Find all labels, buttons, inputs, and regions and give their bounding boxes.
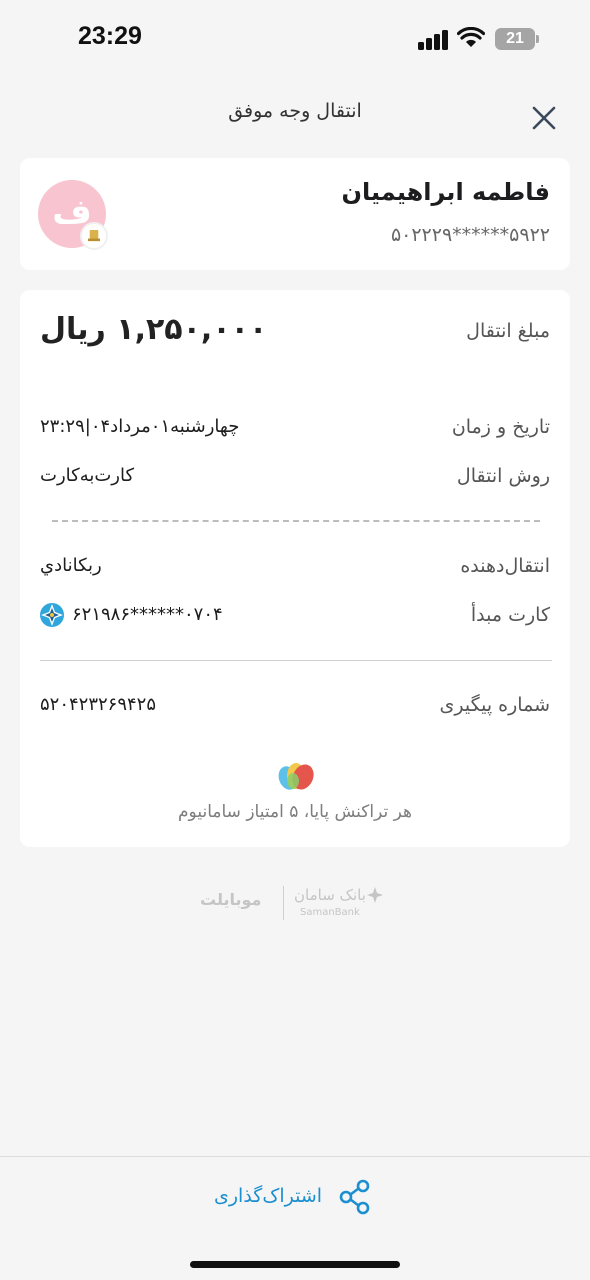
- share-button[interactable]: اشتراک‌گذاری: [214, 1175, 376, 1221]
- wifi-icon: [457, 27, 485, 47]
- saman-bank-logo-icon: [40, 603, 64, 627]
- amount-label: مبلغ انتقال: [466, 320, 550, 342]
- recipient-name: فاطمه ابراهیمیان: [341, 178, 550, 206]
- saman-mark-icon: [367, 887, 383, 903]
- bank-badge-icon: [80, 222, 108, 250]
- battery-level: 21: [495, 28, 535, 50]
- source-card-label: کارت مبدأ: [470, 604, 550, 626]
- tracking-label: شماره پیگیری: [439, 694, 550, 716]
- dashed-divider: [52, 520, 540, 522]
- saman-logo-fa: بانک سامان: [294, 886, 366, 904]
- logo-divider: [283, 886, 284, 920]
- solid-divider: [40, 660, 552, 661]
- sender-label: انتقال‌دهنده: [460, 555, 550, 577]
- method-label: روش انتقال: [456, 465, 550, 487]
- cellular-signal-icon: [418, 28, 450, 50]
- transfer-details-card: مبلغ انتقال ۱,۲۵۰,۰۰۰ ریال تاریخ و زمان …: [20, 290, 570, 847]
- sender-value: ربكانادي: [40, 555, 102, 576]
- mobilet-logo: موبایلت: [200, 890, 262, 909]
- footer-logos: موبایلت بانک سامان SamanBank: [0, 882, 590, 926]
- home-indicator: [190, 1261, 400, 1268]
- method-value: کارت‌به‌کارت: [40, 465, 135, 486]
- amount-value: ۱,۲۵۰,۰۰۰ ریال: [40, 312, 268, 347]
- page-title: انتقال وجه موفق: [228, 100, 362, 122]
- datetime-value: چهارشنبه۰۱مرداد۰۴|۲۳:۲۹: [40, 416, 240, 437]
- close-icon[interactable]: [526, 100, 562, 136]
- source-card-value: ۶۲۱۹۸۶******۰۷۰۴: [72, 604, 223, 625]
- recipient-card: فاطمه ابراهیمیان ۵۰۲۲۲۹******۵۹۲۲ ف: [20, 158, 570, 270]
- status-bar: 23:29 21: [0, 0, 590, 80]
- recipient-card-number: ۵۰۲۲۲۹******۵۹۲۲: [390, 224, 550, 246]
- reward-text: هر تراکنش پایا، ۵ امتیاز سامانیوم: [178, 802, 412, 822]
- samanium-logo-icon: [278, 763, 314, 790]
- battery-icon: 21: [495, 28, 539, 50]
- saman-logo-en: SamanBank: [300, 907, 360, 918]
- bottom-action-bar: اشتراک‌گذاری: [0, 1156, 590, 1280]
- tracking-value: ۵۲۰۴۲۳۲۶۹۴۲۵: [40, 694, 157, 715]
- share-icon: [339, 1179, 370, 1215]
- status-time: 23:29: [78, 22, 142, 50]
- share-label: اشتراک‌گذاری: [214, 1185, 323, 1207]
- datetime-label: تاریخ و زمان: [451, 416, 550, 438]
